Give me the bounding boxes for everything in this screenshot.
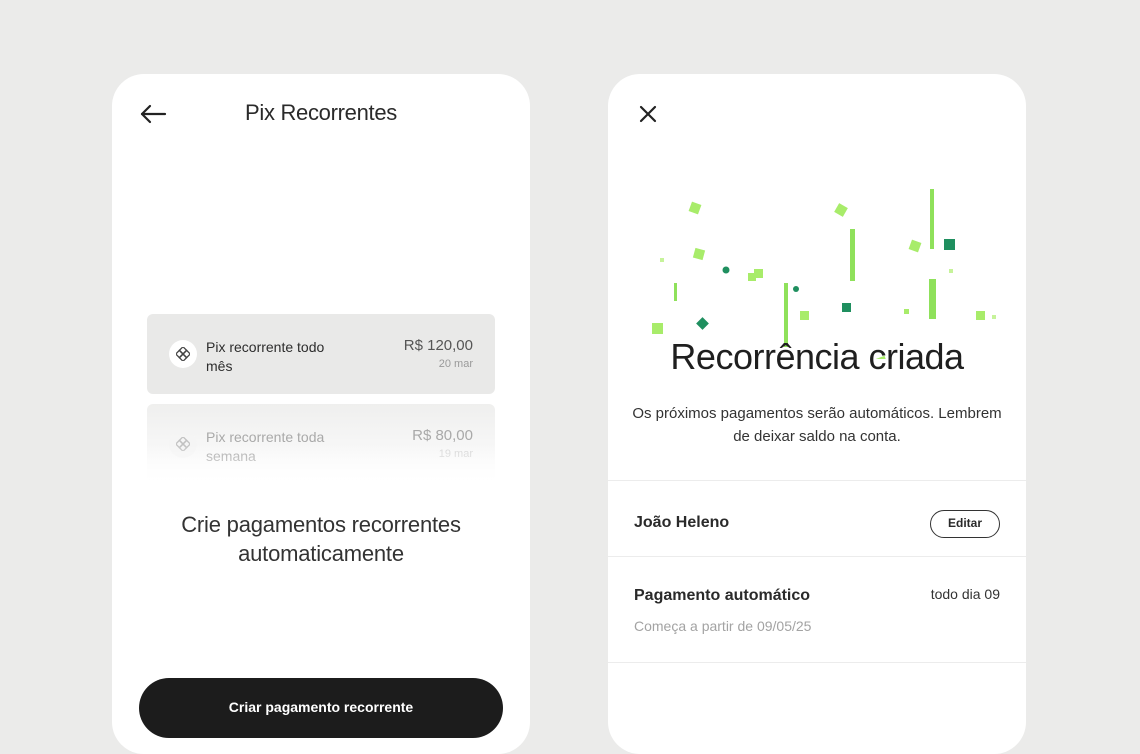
create-recurring-payment-button[interactable]: Criar pagamento recorrente — [139, 678, 503, 738]
divider — [608, 480, 1026, 481]
card-amount: R$ 80,00 — [412, 427, 473, 444]
success-subtitle: Os próximos pagamentos serão automáticos… — [632, 405, 1002, 445]
phone-screen-pix-recorrentes: Pix Recorrentes Pix recorrente todo mês … — [112, 74, 530, 754]
phone-screen-recorrencia-criada: Recorrência criada Os próximos pagamento… — [608, 74, 1026, 754]
divider — [608, 662, 1026, 663]
card-title: Pix recorrente todo mês — [206, 339, 325, 374]
edit-button[interactable]: Editar — [930, 510, 1000, 538]
headline: Crie pagamentos recorrentes automaticame… — [181, 512, 461, 566]
recurring-pix-card[interactable]: Pix recorrente todo mês R$ 120,00 20 mar — [147, 314, 495, 394]
payment-frequency: todo dia 09 — [930, 586, 1000, 602]
payment-label: Pagamento automático — [634, 587, 811, 604]
pix-icon — [169, 340, 197, 368]
card-date: 19 mar — [438, 448, 473, 460]
success-title: Recorrência criada — [670, 336, 964, 377]
pix-icon — [169, 430, 197, 458]
payment-start-date: Começa a partir de 09/05/25 — [634, 618, 812, 634]
confetti-illustration — [652, 189, 996, 359]
divider — [608, 556, 1026, 557]
card-date: 20 mar — [438, 358, 473, 370]
contact-name: João Heleno — [634, 514, 730, 531]
page-title: Pix Recorrentes — [244, 100, 397, 125]
card-title: Pix recorrente toda semana — [206, 429, 325, 464]
card-amount: R$ 120,00 — [403, 337, 473, 354]
recurring-pix-card[interactable]: Pix recorrente toda semana R$ 80,00 19 m… — [147, 404, 495, 484]
close-icon[interactable] — [636, 102, 660, 126]
